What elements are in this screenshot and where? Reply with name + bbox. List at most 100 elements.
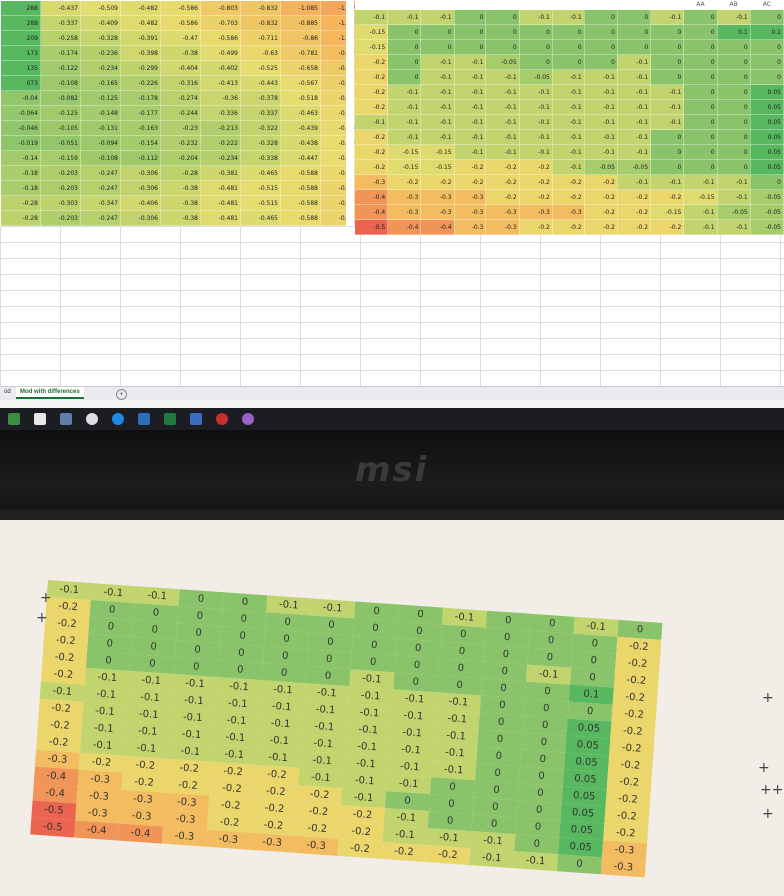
cell[interactable]: -0.1 bbox=[650, 114, 685, 130]
cell[interactable]: -0.1 bbox=[485, 129, 520, 145]
cell[interactable]: -0.203 bbox=[40, 210, 81, 226]
cell[interactable]: 0 bbox=[616, 24, 652, 40]
cell[interactable]: -0.3 bbox=[387, 189, 422, 205]
cell[interactable]: 0 bbox=[650, 159, 685, 175]
cell[interactable]: 0 bbox=[583, 39, 618, 55]
cell[interactable]: -0.2 bbox=[616, 189, 652, 205]
cell[interactable]: 0 bbox=[683, 84, 718, 100]
cell[interactable]: 0.05 bbox=[749, 159, 784, 175]
cell[interactable]: -0.3 bbox=[518, 204, 553, 220]
cell[interactable]: -0.05 bbox=[518, 69, 553, 85]
cell[interactable]: -0.234 bbox=[80, 60, 121, 76]
cell[interactable]: -0.306 bbox=[120, 210, 161, 226]
cell[interactable]: -0.2 bbox=[381, 841, 427, 863]
cell[interactable]: 0 bbox=[749, 54, 784, 70]
cell[interactable]: 0 bbox=[583, 54, 618, 70]
cell[interactable]: -0.1 bbox=[518, 114, 553, 130]
cell[interactable]: -0.1 bbox=[387, 129, 422, 145]
cell[interactable]: -0.306 bbox=[120, 165, 161, 181]
cell[interactable]: -0.2 bbox=[453, 174, 487, 190]
column-header[interactable] bbox=[650, 0, 684, 10]
cell[interactable]: -0.05 bbox=[583, 159, 618, 175]
column-header[interactable] bbox=[454, 0, 486, 10]
cell[interactable]: -0.447 bbox=[280, 150, 321, 166]
cell[interactable]: -0.122 bbox=[40, 60, 81, 76]
cell[interactable]: 0 bbox=[387, 69, 422, 85]
cell[interactable]: -0.226 bbox=[120, 75, 161, 91]
cell[interactable]: -0.2 bbox=[353, 159, 389, 175]
cell[interactable]: -0.2 bbox=[583, 174, 618, 190]
cell[interactable]: -0.1 bbox=[353, 9, 389, 25]
cell[interactable]: -0.274 bbox=[160, 90, 201, 106]
column-header[interactable]: AB bbox=[717, 0, 751, 10]
chat-icon[interactable] bbox=[138, 413, 150, 425]
cell[interactable]: 0 bbox=[485, 24, 520, 40]
add-sheet-icon[interactable]: + bbox=[116, 389, 127, 400]
cell[interactable]: -0.5 bbox=[30, 817, 76, 838]
cell[interactable]: -0.203 bbox=[40, 180, 81, 196]
column-header[interactable] bbox=[552, 0, 585, 10]
cell[interactable]: 0 bbox=[518, 24, 553, 40]
cell[interactable]: -0.438 bbox=[280, 135, 321, 151]
cell[interactable]: -0.1 bbox=[551, 114, 585, 130]
cell[interactable]: -0.1 bbox=[616, 84, 652, 100]
cell[interactable]: 0 bbox=[583, 24, 618, 40]
cell[interactable]: -0.38 bbox=[160, 210, 201, 226]
cell[interactable]: -0.064 bbox=[0, 105, 41, 121]
cell[interactable]: -0.658 bbox=[280, 60, 321, 76]
cell[interactable]: 0 bbox=[749, 9, 784, 25]
cell[interactable]: -0.159 bbox=[40, 150, 81, 166]
cell[interactable]: -0.1 bbox=[551, 84, 585, 100]
cell[interactable]: 0 bbox=[650, 24, 685, 40]
cell[interactable]: 0 bbox=[716, 114, 751, 130]
cell[interactable]: 135 bbox=[0, 60, 41, 76]
browser-icon[interactable] bbox=[112, 413, 124, 425]
cell[interactable]: -0.28 bbox=[160, 165, 201, 181]
cell[interactable]: 288 bbox=[0, 15, 41, 31]
cell[interactable]: -0.28 bbox=[0, 195, 41, 211]
cell[interactable]: 0 bbox=[716, 144, 751, 160]
cell[interactable]: -0.203 bbox=[40, 165, 81, 181]
cell[interactable]: -0.105 bbox=[40, 120, 81, 136]
cell[interactable]: -0.1 bbox=[650, 99, 685, 115]
cell[interactable]: 0 bbox=[650, 129, 685, 145]
cell[interactable]: -0.2 bbox=[551, 219, 585, 235]
app-icon-purple[interactable] bbox=[242, 413, 254, 425]
cell[interactable]: -0.586 bbox=[160, 15, 201, 31]
gear-icon[interactable] bbox=[86, 413, 98, 425]
cell[interactable]: -0.465 bbox=[240, 165, 281, 181]
cell[interactable]: -0.3 bbox=[161, 826, 207, 847]
cell[interactable]: -0.1 bbox=[453, 99, 487, 115]
cell[interactable]: -0.244 bbox=[160, 105, 201, 121]
cell[interactable]: -0.204 bbox=[160, 150, 201, 166]
cell[interactable]: 0 bbox=[453, 39, 487, 55]
cell[interactable]: -0.108 bbox=[40, 75, 81, 91]
sheet-tab-previous[interactable]: od bbox=[0, 387, 15, 397]
cell[interactable]: -0.347 bbox=[80, 195, 121, 211]
cell[interactable]: -0.14 bbox=[0, 150, 41, 166]
cell[interactable]: -0.443 bbox=[240, 75, 281, 91]
cell[interactable]: -0.2 bbox=[353, 129, 389, 145]
cell[interactable]: -0.1 bbox=[616, 114, 652, 130]
cell[interactable]: -0.378 bbox=[240, 90, 281, 106]
cell[interactable]: -0.019 bbox=[0, 135, 41, 151]
cell[interactable]: -0.2 bbox=[616, 204, 652, 220]
cell[interactable]: -0.1 bbox=[420, 84, 455, 100]
cell[interactable]: -0.328 bbox=[80, 30, 121, 46]
cell[interactable]: -0.1 bbox=[616, 69, 652, 85]
cell[interactable]: -0.588 bbox=[280, 210, 321, 226]
cell[interactable]: -0.86 bbox=[280, 30, 321, 46]
cell[interactable]: -0.2 bbox=[353, 69, 389, 85]
cell[interactable]: -0.1 bbox=[583, 84, 618, 100]
cell[interactable]: -0.1 bbox=[583, 144, 618, 160]
cell[interactable]: -0.163 bbox=[120, 120, 161, 136]
cell[interactable]: 0 bbox=[716, 129, 751, 145]
column-header[interactable]: AA bbox=[683, 0, 718, 10]
cell[interactable]: -0.165 bbox=[80, 75, 121, 91]
cell[interactable]: 0.1 bbox=[716, 24, 751, 40]
sheet-tab-active[interactable]: Mod with differences bbox=[16, 387, 84, 399]
cell[interactable]: -0.1 bbox=[616, 99, 652, 115]
cell[interactable]: -0.3 bbox=[293, 835, 339, 856]
cell[interactable]: -0.38 bbox=[160, 45, 201, 61]
cell[interactable]: -0.108 bbox=[80, 150, 121, 166]
